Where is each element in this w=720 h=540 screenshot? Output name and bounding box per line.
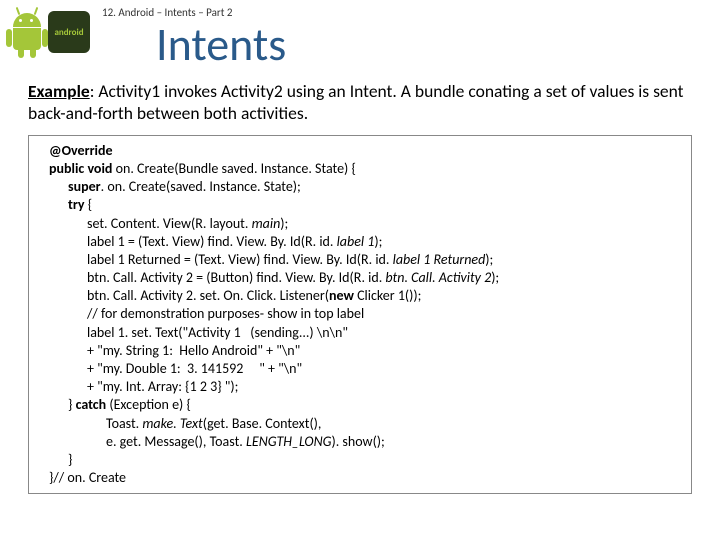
slide-header: android 12. Android – Intents – Part 2 I… [0, 0, 720, 73]
android-badge-icon: android [48, 11, 90, 53]
code-block: @Override public void on. Create(Bundle … [28, 135, 692, 495]
example-label: Example [28, 80, 90, 102]
slide-title: Intents [96, 17, 286, 73]
android-robot-icon [8, 9, 46, 55]
android-logo: android [8, 4, 96, 60]
example-paragraph: Example: Activity1 invokes Activity2 usi… [28, 81, 692, 125]
example-body: : Activity1 invokes Activity2 using an I… [28, 80, 684, 124]
slide-content: Example: Activity1 invokes Activity2 usi… [0, 73, 720, 494]
